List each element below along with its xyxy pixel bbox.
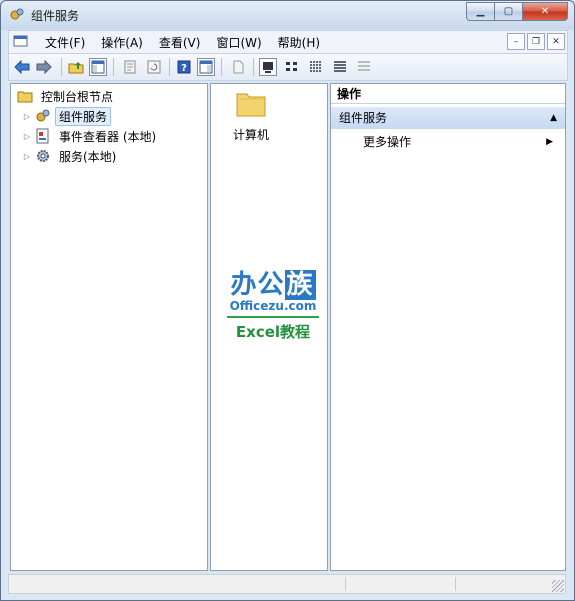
properties-icon: [124, 60, 136, 74]
child-close-button[interactable]: ✕: [547, 33, 565, 50]
show-hide-console-tree-button[interactable]: [89, 58, 107, 76]
watermark-title: 办公族: [230, 270, 316, 300]
console-tree-pane: 控制台根节点 ▷ 组件服务 ▷ 事件查看器 (本地) ▷ 服务(本地): [10, 83, 208, 571]
toolbar-separator: [221, 58, 222, 76]
expand-arrow-icon[interactable]: ▷: [21, 132, 33, 141]
minimize-button[interactable]: ▁: [466, 2, 495, 21]
toolbar: ?: [8, 53, 568, 81]
mmc-window: 组件服务 ▁ ▢ ✕ 文件(F) 操作(A) 查看(V) 窗口(W) 帮助(H)…: [0, 0, 575, 601]
forward-button[interactable]: [35, 58, 53, 76]
status-segment: [345, 577, 346, 591]
child-minimize-button[interactable]: –: [507, 33, 525, 50]
expand-arrow-icon[interactable]: ▷: [21, 112, 33, 121]
help-button[interactable]: ?: [175, 58, 193, 76]
more-actions-item[interactable]: 更多操作 ▶: [363, 133, 553, 151]
watermark: 办公族 Officezu.com Excel教程: [223, 264, 323, 342]
services-gear-icon: [35, 148, 51, 164]
item-label: 计算机: [232, 128, 269, 142]
back-arrow-icon: [14, 60, 30, 74]
expand-arrow-icon[interactable]: ▷: [21, 152, 33, 161]
results-pane: 计算机 办公族 Officezu.com Excel教程: [210, 83, 328, 571]
toolbar-separator: [61, 58, 62, 76]
status-bar: [8, 574, 566, 594]
forward-arrow-icon: [36, 60, 52, 74]
close-icon: ✕: [540, 6, 550, 17]
actions-header: 操作: [331, 84, 565, 104]
large-icons-icon: [263, 62, 273, 73]
menu-action[interactable]: 操作(A): [93, 34, 151, 51]
title-bar[interactable]: 组件服务 ▁ ▢ ✕: [1, 1, 574, 29]
resize-grip[interactable]: [552, 580, 564, 592]
list-view-icon: [310, 61, 322, 72]
export-list-icon: [233, 60, 244, 74]
toolbar-separator: [253, 58, 254, 76]
menu-window[interactable]: 窗口(W): [208, 34, 269, 51]
watermark-title-badge: 族: [284, 270, 316, 300]
submenu-arrow-icon: ▶: [546, 137, 553, 147]
back-button[interactable]: [13, 58, 31, 76]
export-list-button[interactable]: [229, 58, 247, 76]
list-view-button[interactable]: [307, 58, 325, 76]
status-segment: [455, 577, 456, 591]
refresh-icon: [147, 60, 161, 74]
detail-view-icon: [334, 61, 346, 72]
menu-bar: 文件(F) 操作(A) 查看(V) 窗口(W) 帮助(H) – ❐ ✕: [8, 30, 568, 53]
restore-icon: ❐: [531, 36, 541, 47]
small-icons-button[interactable]: [283, 58, 301, 76]
menu-file[interactable]: 文件(F): [37, 34, 93, 51]
svg-text:?: ?: [181, 63, 187, 74]
watermark-site: Officezu.com: [229, 299, 317, 313]
toolbar-separator: [169, 58, 170, 76]
watermark-subtitle: Excel教程: [235, 323, 311, 341]
child-restore-button[interactable]: ❐: [527, 33, 545, 50]
customize-view-button[interactable]: [355, 58, 373, 76]
folder-icon: [221, 88, 281, 118]
event-viewer-icon: [35, 128, 51, 144]
detail-view-button[interactable]: [331, 58, 349, 76]
up-one-level-button[interactable]: [67, 58, 85, 76]
watermark-divider: [227, 316, 319, 318]
large-icons-button[interactable]: [259, 58, 277, 76]
menu-help[interactable]: 帮助(H): [270, 34, 328, 51]
folder-icon: [17, 88, 33, 104]
tree-item-services[interactable]: ▷ 服务(本地): [21, 146, 120, 166]
mmc-system-menu-icon[interactable]: [13, 34, 28, 49]
menu-view[interactable]: 查看(V): [151, 34, 209, 51]
small-icons-icon: [286, 62, 297, 71]
gears-icon: [35, 108, 51, 124]
maximize-icon: ▢: [503, 6, 514, 17]
tree-item-label: 服务(本地): [59, 149, 117, 164]
actions-section-label: 组件服务: [339, 111, 388, 125]
minimize-icon: –: [513, 36, 519, 47]
tree-item-label: 组件服务: [55, 106, 112, 126]
actions-section-header[interactable]: 组件服务 ▲: [331, 107, 565, 129]
maximize-button[interactable]: ▢: [494, 2, 523, 21]
tree-item-label: 事件查看器 (本地): [59, 129, 157, 144]
action-item-label: 更多操作: [363, 135, 412, 149]
component-services-icon: [9, 7, 25, 23]
console-tree-icon: [91, 60, 105, 74]
tree-root-label: 控制台根节点: [41, 89, 114, 104]
up-folder-icon: [68, 62, 84, 74]
computer-folder-item[interactable]: 计算机: [221, 88, 281, 143]
close-button[interactable]: ✕: [522, 2, 568, 21]
window-title: 组件服务: [31, 9, 80, 23]
actions-pane: 操作 组件服务 ▲ 更多操作 ▶: [330, 83, 566, 571]
action-pane-icon: [199, 60, 213, 74]
minimize-icon: ▁: [476, 6, 485, 17]
tree-item-component-services[interactable]: ▷ 组件服务: [21, 106, 112, 126]
tree-item-event-viewer[interactable]: ▷ 事件查看器 (本地): [21, 126, 160, 146]
toolbar-separator: [113, 58, 114, 76]
collapse-triangle-icon[interactable]: ▲: [550, 107, 557, 129]
help-icon: ?: [177, 60, 191, 74]
show-hide-action-pane-button[interactable]: [197, 58, 215, 76]
customize-view-icon: [358, 61, 370, 71]
properties-button[interactable]: [121, 58, 139, 76]
tree-root[interactable]: 控制台根节点: [15, 86, 117, 106]
refresh-button[interactable]: [145, 58, 163, 76]
close-icon: ✕: [552, 36, 560, 47]
